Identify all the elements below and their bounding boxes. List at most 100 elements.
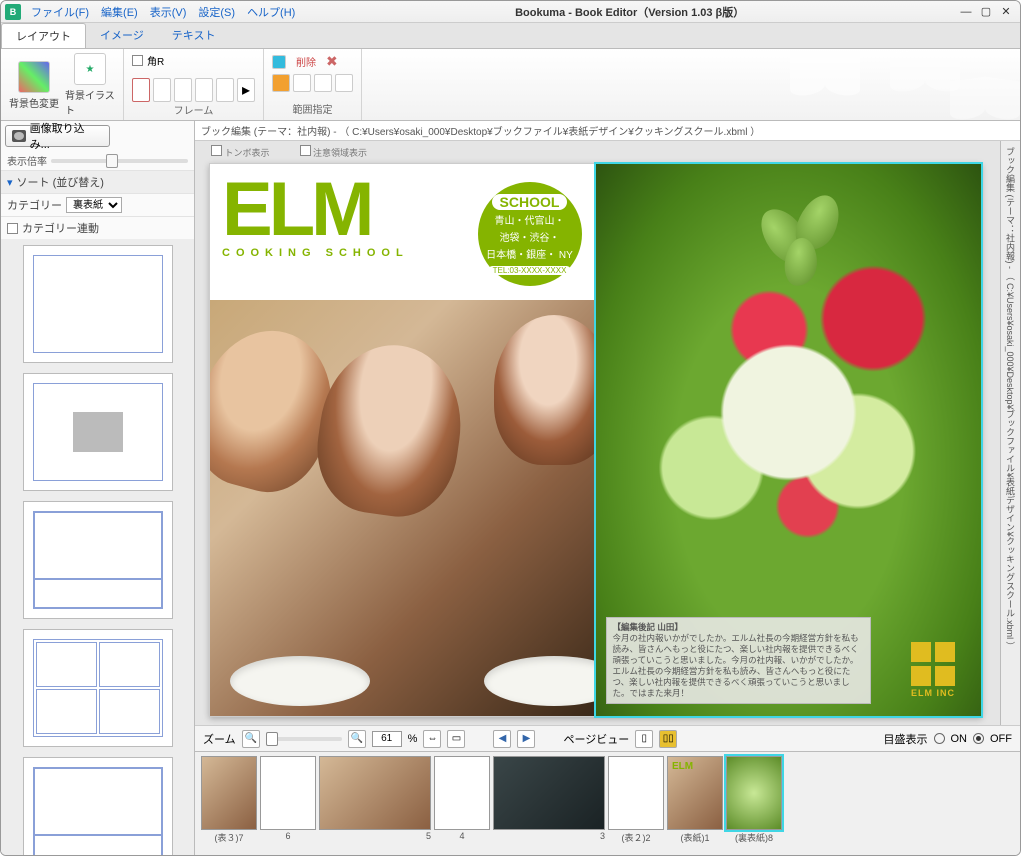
canvas[interactable]: ELM COOKING SCHOOL SCHOOL 青山・代官山・ 池袋・渋谷・… — [209, 163, 982, 717]
frame-style-4[interactable] — [195, 78, 213, 102]
corner-r-label: 角R — [147, 53, 164, 68]
scale-on-radio[interactable] — [934, 733, 945, 744]
maximize-button[interactable]: ▢ — [978, 5, 994, 19]
filmstrip-page-6[interactable] — [260, 756, 316, 830]
side-tab[interactable]: ブック編集 (テーマ：社内報) - （ C:¥Users¥osaki_000¥D… — [1000, 141, 1020, 725]
delete-label: 削除 — [296, 54, 316, 69]
bg-color-button[interactable]: 背景色変更 — [9, 61, 59, 110]
sort-row[interactable]: ▾ ソート (並び替え) — [1, 170, 194, 193]
category-link-row: カテゴリー連動 — [1, 216, 194, 239]
category-row: カテゴリー 裏表紙 — [1, 193, 194, 216]
corner-r-checkbox[interactable] — [132, 55, 143, 66]
scale-off-radio[interactable] — [973, 733, 984, 744]
elm-inc-logo: ELM INC — [899, 642, 967, 698]
fit-width-button[interactable]: ⇔ — [423, 730, 441, 748]
star-page-icon: ★ — [74, 53, 106, 85]
filmstrip-page-1[interactable] — [667, 756, 723, 830]
zoom-pct-label: % — [408, 733, 418, 745]
tombo-checkbox[interactable] — [211, 145, 222, 156]
cover-photo-cooking-class — [210, 300, 594, 716]
page-filmstrip[interactable]: (表３)7 6 5 4 3 (表２)2 (表紙)1 (裏表紙)8 — [195, 751, 1020, 855]
zoom-value-input[interactable] — [372, 731, 402, 747]
range-opt-4[interactable] — [335, 74, 353, 92]
elm-inc-label: ELM INC — [899, 688, 967, 698]
template-thumb-2[interactable] — [23, 373, 173, 491]
pageview-label: ページビュー — [563, 731, 629, 747]
frame-style-5[interactable] — [216, 78, 234, 102]
body-heading: 【編集後記 山田】 — [613, 622, 865, 633]
frame-more-arrow[interactable]: ▸ — [237, 78, 255, 102]
spread-left-page[interactable]: ELM COOKING SCHOOL SCHOOL 青山・代官山・ 池袋・渋谷・… — [210, 164, 596, 716]
range-opt-1[interactable] — [272, 74, 290, 92]
editor-note-textblock[interactable]: 【編集後記 山田】 今月の社内報いかがでしたか。エルム社長の今期経営方針を私も読… — [606, 617, 872, 704]
badge-line-3: 日本橋・銀座・ NY — [486, 246, 573, 261]
template-thumb-5[interactable] — [23, 757, 173, 855]
zoom-rate-label: 表示倍率 — [7, 153, 47, 168]
zoom-rate-slider[interactable] — [51, 159, 188, 163]
image-import-button[interactable]: 画像取り込み... — [5, 125, 110, 147]
menu-view[interactable]: 表示(V) — [144, 4, 193, 20]
menu-settings[interactable]: 設定(S) — [192, 4, 241, 20]
template-thumbnails[interactable] — [1, 239, 194, 855]
chevron-down-icon: ▾ — [7, 176, 13, 189]
zoom-bar: ズーム 🔍 🔍 % ⇔ ▭ ◀ ▶ ページビュー ▯ ▯▯ 目盛表示 ON — [195, 725, 1020, 751]
app-icon: B — [5, 4, 21, 20]
badge-line-1: 青山・代官山・ — [495, 212, 565, 227]
close-button[interactable]: ✕ — [998, 5, 1014, 19]
pageview-single-button[interactable]: ▯ — [635, 730, 653, 748]
fit-page-button[interactable]: ▭ — [447, 730, 465, 748]
frame-group-label: フレーム — [174, 102, 214, 117]
frame-style-2[interactable] — [153, 78, 171, 102]
filmstrip-page-5[interactable] — [319, 756, 431, 830]
camera-icon — [12, 130, 26, 142]
spread-right-page[interactable]: 【編集後記 山田】 今月の社内報いかがでしたか。エルム社長の今期経営方針を私も読… — [596, 164, 982, 716]
app-window: B ファイル(F) 編集(E) 表示(V) 設定(S) ヘルプ(H) Booku… — [0, 0, 1021, 856]
tab-image[interactable]: イメージ — [86, 23, 158, 48]
ribbon-group-background: 背景色変更 ★ 背景イラスト — [1, 49, 124, 120]
filmstrip-page-7[interactable] — [201, 756, 257, 830]
pageview-spread-button[interactable]: ▯▯ — [659, 730, 677, 748]
template-thumb-3[interactable] — [23, 501, 173, 619]
zoom-in-button[interactable]: 🔍 — [348, 730, 366, 748]
filmstrip-page-2[interactable] — [608, 756, 664, 830]
menu-edit[interactable]: 編集(E) — [95, 4, 144, 20]
range-tool-icon[interactable] — [272, 55, 286, 69]
titlebar: B ファイル(F) 編集(E) 表示(V) 設定(S) ヘルプ(H) Booku… — [1, 1, 1020, 23]
range-group-label: 範囲指定 — [293, 101, 333, 116]
bleed-checkbox[interactable] — [300, 145, 311, 156]
zoom-label: ズーム — [203, 731, 236, 747]
menu-help[interactable]: ヘルプ(H) — [241, 4, 301, 20]
puzzle-icon — [911, 642, 955, 686]
next-page-button[interactable]: ▶ — [517, 730, 535, 748]
ribbon-group-frame: 角R ▸ フレーム — [124, 49, 264, 120]
menu-file[interactable]: ファイル(F) — [25, 4, 95, 20]
body-text: 今月の社内報いかがでしたか。エルム社長の今期経営方針を私も読み、皆さんへもっと役… — [613, 633, 865, 699]
prev-page-button[interactable]: ◀ — [493, 730, 511, 748]
minimize-button[interactable]: — — [958, 5, 974, 19]
frame-style-1[interactable] — [132, 78, 150, 102]
frame-style-3[interactable] — [174, 78, 192, 102]
window-title: Bookuma - Book Editor（Version 1.03 β版） — [301, 4, 958, 20]
range-opt-3[interactable] — [314, 74, 332, 92]
bg-illust-button[interactable]: ★ 背景イラスト — [65, 53, 115, 117]
school-badge: SCHOOL 青山・代官山・ 池袋・渋谷・ 日本橋・銀座・ NY TEL:03-… — [478, 182, 582, 286]
tombo-label: トンボ表示 — [225, 148, 270, 158]
document-path-bar: ブック編集 (テーマ：社内報) - （ C:¥Users¥osaki_000¥D… — [195, 121, 1020, 141]
zoom-slider[interactable] — [266, 737, 342, 741]
tab-layout[interactable]: レイアウト — [1, 23, 86, 48]
filmstrip-page-8[interactable] — [726, 756, 782, 830]
template-thumb-4[interactable] — [23, 629, 173, 747]
category-link-checkbox[interactable] — [7, 223, 18, 234]
ribbon-tab-bar: レイアウト イメージ テキスト — [1, 23, 1020, 49]
range-opt-2[interactable] — [293, 74, 311, 92]
filmstrip-page-4[interactable] — [434, 756, 490, 830]
delete-x-icon[interactable]: ✖ — [326, 53, 338, 70]
badge-line-2: 池袋・渋谷・ — [500, 229, 560, 244]
template-thumb-1[interactable] — [23, 245, 173, 363]
category-select[interactable]: 裏表紙 — [66, 197, 122, 213]
zoom-out-button[interactable]: 🔍 — [242, 730, 260, 748]
main-split: 画像取り込み... 表示倍率 ▾ ソート (並び替え) カテゴリー 裏表紙 カテ… — [1, 121, 1020, 855]
bleed-label: 注意領域表示 — [313, 148, 367, 158]
filmstrip-page-3[interactable] — [493, 756, 605, 830]
tab-text[interactable]: テキスト — [158, 23, 230, 48]
